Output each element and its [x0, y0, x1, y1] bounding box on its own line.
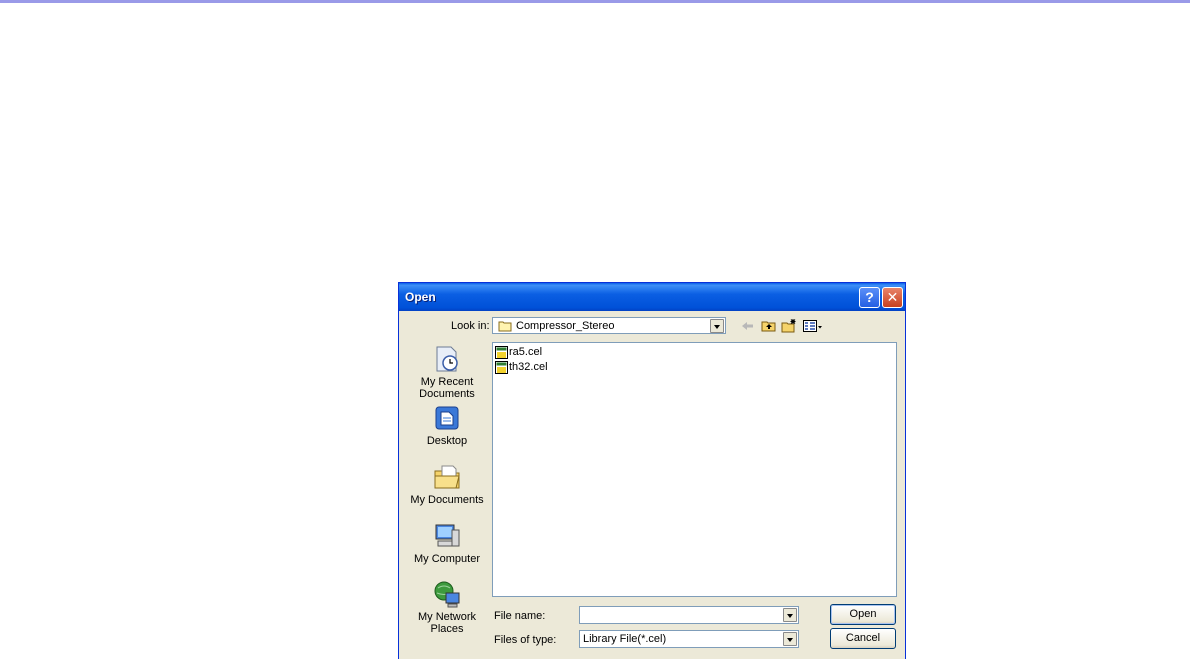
list-item[interactable]: th32.cel — [495, 360, 548, 375]
place-label: Desktop — [426, 435, 468, 447]
up-folder-icon[interactable] — [760, 318, 778, 334]
file-name: ra5.cel — [509, 346, 543, 358]
place-my-network-places[interactable]: My Network Places — [409, 579, 485, 635]
files-of-type-dropdown[interactable]: Library File(*.cel) — [579, 630, 799, 648]
look-in-dropdown[interactable]: Compressor_Stereo — [492, 317, 726, 334]
title-bar[interactable]: Open ? ✕ — [399, 283, 905, 311]
place-label: My Documents — [410, 494, 484, 506]
place-label: My Computer — [413, 553, 481, 565]
new-folder-icon[interactable] — [780, 318, 798, 334]
help-button[interactable]: ? — [859, 287, 880, 308]
recent-documents-icon — [436, 346, 458, 372]
look-in-label: Look in: — [451, 320, 490, 332]
back-icon[interactable] — [739, 318, 757, 334]
desktop-icon — [435, 406, 459, 430]
file-list[interactable]: ra5.cel th32.cel — [492, 342, 897, 597]
place-my-documents[interactable]: My Documents — [409, 462, 485, 506]
network-places-icon — [434, 581, 460, 608]
files-of-type-label: Files of type: — [494, 634, 557, 646]
look-in-value: Compressor_Stereo — [516, 320, 615, 332]
cel-file-icon — [495, 345, 508, 359]
folder-icon — [498, 321, 512, 332]
top-strip — [0, 0, 1190, 3]
my-documents-icon — [434, 465, 460, 489]
place-my-recent-documents[interactable]: My Recent Documents — [409, 344, 485, 400]
cancel-button[interactable]: Cancel — [830, 628, 896, 649]
place-label: My Network Places — [417, 611, 477, 635]
close-button[interactable]: ✕ — [882, 287, 903, 308]
file-name: th32.cel — [509, 361, 548, 373]
file-name-label: File name: — [494, 610, 546, 622]
cel-file-icon — [495, 360, 508, 374]
open-dialog: Open ? ✕ Look in: Compressor_Stereo My R… — [398, 282, 906, 659]
files-of-type-dropdown-arrow[interactable] — [783, 632, 797, 646]
place-my-computer[interactable]: My Computer — [409, 521, 485, 565]
look-in-dropdown-arrow[interactable] — [710, 319, 724, 333]
file-name-input[interactable] — [579, 606, 799, 624]
file-name-dropdown-arrow[interactable] — [783, 608, 797, 622]
my-computer-icon — [435, 524, 460, 547]
places-bar: My Recent Documents Desktop My Documents — [409, 341, 485, 641]
files-of-type-value: Library File(*.cel) — [583, 633, 667, 645]
place-desktop[interactable]: Desktop — [409, 403, 485, 447]
list-item[interactable]: ra5.cel — [495, 345, 542, 360]
dialog-title: Open — [405, 290, 436, 304]
place-label: My Recent Documents — [419, 376, 475, 400]
view-menu-icon[interactable] — [802, 318, 824, 334]
open-button[interactable]: Open — [830, 604, 896, 625]
